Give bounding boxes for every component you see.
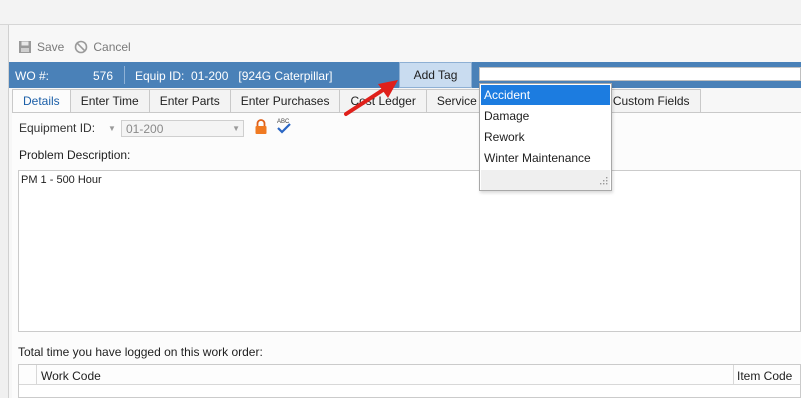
equipment-id-value: 01-200 xyxy=(126,121,164,136)
save-icon xyxy=(18,40,32,54)
save-label: Save xyxy=(37,40,65,54)
chevron-down-icon: ▼ xyxy=(232,124,240,133)
save-button[interactable]: Save xyxy=(18,40,64,54)
tab-custom-fields[interactable]: Custom Fields xyxy=(602,89,701,113)
time-grid[interactable]: Work Code Item Code xyxy=(18,364,801,398)
problem-description-label: Problem Description: xyxy=(19,148,131,162)
header-separator xyxy=(124,66,125,84)
column-header-work-code[interactable]: Work Code xyxy=(41,369,101,383)
tag-option-winter-maintenance[interactable]: Winter Maintenance xyxy=(481,148,610,168)
row-indicator-header xyxy=(19,365,37,385)
cancel-icon xyxy=(74,40,88,54)
tag-option-rework[interactable]: Rework xyxy=(481,127,610,147)
resize-grip-icon[interactable] xyxy=(600,174,608,188)
equipment-id-select[interactable]: ▼ 01-200 ▼ xyxy=(103,120,244,137)
column-header-item-code[interactable]: Item Code xyxy=(737,369,792,383)
equipment-summary: Equip ID: 01-200 [924G Caterpillar] xyxy=(135,69,333,83)
lock-icon[interactable] xyxy=(254,119,268,138)
wo-number-value: 576 xyxy=(93,69,114,83)
grid-header: Work Code Item Code xyxy=(19,365,800,385)
wo-number-label: WO #: xyxy=(15,69,50,83)
time-logged-label: Total time you have logged on this work … xyxy=(18,345,263,359)
tag-option-damage[interactable]: Damage xyxy=(481,106,610,126)
add-tag-button[interactable]: Add Tag xyxy=(399,62,472,88)
tag-option-accident[interactable]: Accident xyxy=(481,85,610,105)
cancel-button[interactable]: Cancel xyxy=(74,40,131,54)
column-divider xyxy=(733,365,734,385)
cancel-label: Cancel xyxy=(93,40,131,54)
tab-details[interactable]: Details xyxy=(12,89,71,113)
svg-text:ABC: ABC xyxy=(277,119,290,125)
problem-description-text: PM 1 - 500 Hour xyxy=(21,174,102,186)
chevron-down-icon: ▼ xyxy=(108,124,116,133)
dropdown-footer xyxy=(481,170,610,190)
problem-description-textarea[interactable]: PM 1 - 500 Hour xyxy=(18,170,801,332)
equipment-id-label: Equipment ID: xyxy=(19,121,96,135)
tab-enter-time[interactable]: Enter Time xyxy=(70,89,150,113)
tab-enter-parts[interactable]: Enter Parts xyxy=(149,89,231,113)
annotation-arrow-icon xyxy=(340,76,404,121)
tag-dropdown: Accident Damage Rework Winter Maintenanc… xyxy=(479,83,612,191)
spell-check-icon[interactable]: ABC xyxy=(276,117,292,138)
tab-enter-purchases[interactable]: Enter Purchases xyxy=(230,89,341,113)
window-top-strip xyxy=(0,0,801,25)
toolbar: Save Cancel xyxy=(18,38,131,56)
add-tag-label: Add Tag xyxy=(413,68,458,82)
tag-input[interactable] xyxy=(479,67,801,81)
